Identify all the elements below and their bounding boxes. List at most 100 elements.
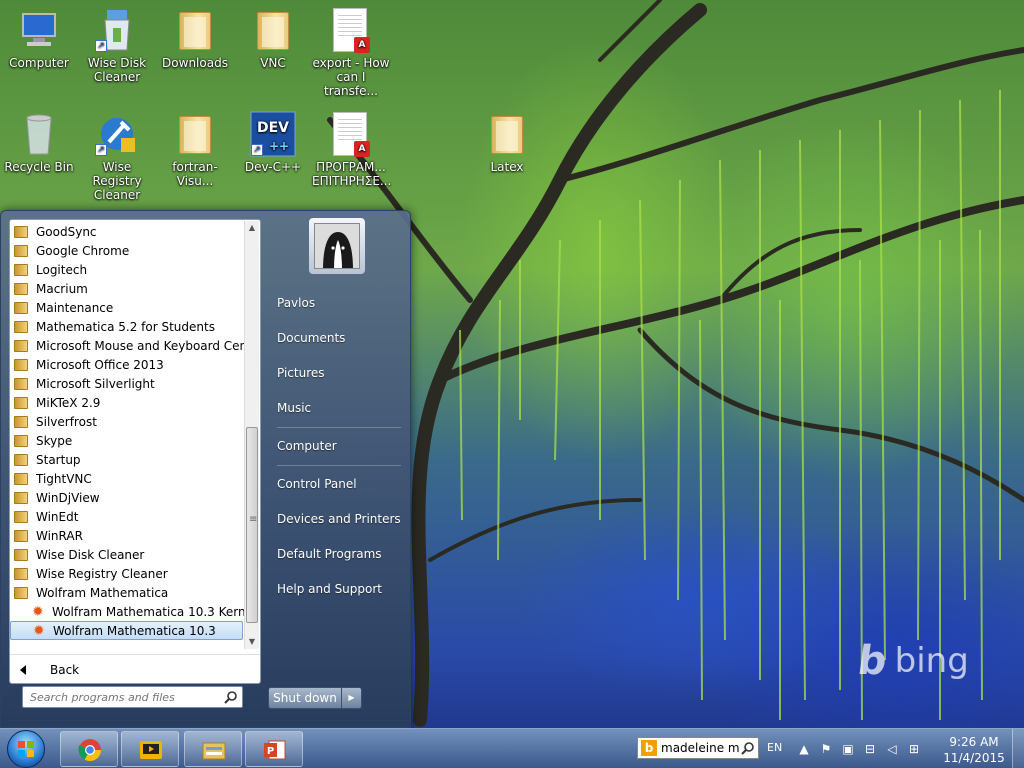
desktop-icon-wise-registry-cleaner[interactable]: ↗ Wise Registry Cleaner [78,110,156,202]
program-label: Skype [36,433,73,448]
desktop-icon-label: export - How can I transfe... [312,56,390,98]
taskbar-explorer-button[interactable] [184,731,242,767]
bing-search-input[interactable] [661,741,739,755]
desktop-icon-label: Computer [9,56,69,70]
start-item-documents[interactable]: Documents [269,324,403,352]
shutdown-button[interactable]: Shut down [268,687,342,709]
desktop-icon-programma-pdf[interactable]: A ΠΡΟΓΡΑΜ... ΕΠΙΤΗΡΗΣΕ... [312,110,392,188]
mathematica-icon: ✹ [33,622,45,639]
program-folder[interactable]: Microsoft Mouse and Keyboard Center [10,336,245,355]
desktop-icon-label: Dev-C++ [244,160,302,174]
program-folder[interactable]: Microsoft Office 2013 [10,355,245,374]
desktop-icon-dev-cpp[interactable]: DEV ++ ↗ Dev-C++ [234,110,312,174]
start-search-input[interactable] [30,690,220,704]
program-label: Wolfram Mathematica 10.3 [53,623,216,638]
program-folder[interactable]: Wise Disk Cleaner [10,545,245,564]
system-tray: ▲ ⚑ ▣ ⊟ ◁ ⊞ [796,741,922,757]
search-icon[interactable] [741,741,755,755]
program-label: WinDjView [36,490,100,505]
program-folder[interactable]: WinDjView [10,488,245,507]
folder-icon [14,301,28,314]
svg-text:DEV: DEV [257,120,289,136]
start-button[interactable] [4,730,48,768]
scroll-down-arrow-icon[interactable]: ▼ [245,635,259,649]
program-folder[interactable]: GoodSync [10,222,245,241]
program-folder[interactable]: Wolfram Mathematica [10,583,245,602]
start-item-pictures[interactable]: Pictures [269,359,403,387]
file-explorer-icon [202,742,226,760]
folder-icon [14,377,28,390]
program-folder[interactable]: Wise Registry Cleaner [10,564,245,583]
program-folder[interactable]: Maintenance [10,298,245,317]
desktop-icon-downloads[interactable]: Downloads [156,6,234,70]
desktop-icon-label: Latex [490,160,524,174]
desktop-icon-label: Wise Disk Cleaner [87,56,147,84]
start-item-music[interactable]: Music [269,394,403,422]
start-search-box[interactable] [22,686,243,708]
action-center-flag-icon[interactable]: ⚑ [818,741,834,757]
shutdown-options-arrow-icon[interactable]: ▶ [342,687,362,709]
bing-search-box[interactable]: b [637,737,759,759]
show-hidden-icons-arrow-icon[interactable]: ▲ [796,741,812,757]
start-item-computer[interactable]: Computer [269,432,403,460]
search-icon[interactable] [224,690,238,704]
folder-icon [14,225,28,238]
program-item[interactable]: ✹ Wolfram Mathematica 10.3 [10,621,243,640]
desktop-icon-computer[interactable]: Computer [0,6,78,70]
program-folder[interactable]: MiKTeX 2.9 [10,393,245,412]
scroll-up-arrow-icon[interactable]: ▲ [245,221,259,235]
device-icon[interactable]: ▣ [840,741,856,757]
program-folder[interactable]: Macrium [10,279,245,298]
folder-icon [14,415,28,428]
desktop-icon-label: fortran-Visu... [172,160,218,188]
clock-time: 9:26 AM [949,735,999,749]
user-avatar[interactable] [308,217,366,275]
powerpoint-icon: P [264,740,286,760]
chrome-icon [78,739,101,761]
desktop-icon-wise-disk-cleaner[interactable]: ↗ Wise Disk Cleaner [78,6,156,84]
desktop-icon-export-pdf[interactable]: A export - How can I transfe... [312,6,390,98]
network-icon[interactable]: ⊟ [862,741,878,757]
program-folder[interactable]: TightVNC [10,469,245,488]
start-item-devices-printers[interactable]: Devices and Printers [269,505,403,533]
program-folder[interactable]: WinEdt [10,507,245,526]
taskbar-clock[interactable]: 9:26 AM 11/4/2015 [938,734,1010,766]
desktop-icon-latex[interactable]: Latex [468,110,546,174]
program-label: WinEdt [36,509,79,524]
program-label: Microsoft Mouse and Keyboard Center [36,338,245,353]
taskbar-chrome-button[interactable] [60,731,118,767]
back-button[interactable]: Back [10,654,260,684]
program-folder[interactable]: Skype [10,431,245,450]
program-label: WinRAR [36,528,83,543]
program-folder[interactable]: Microsoft Silverlight [10,374,245,393]
show-desktop-button[interactable] [1012,729,1024,768]
desktop-icon-recycle-bin[interactable]: Recycle Bin [0,110,78,174]
program-folder[interactable]: Google Chrome [10,241,245,260]
program-item[interactable]: ✹ Wolfram Mathematica 10.3 Kernel [10,602,245,621]
folder-icon [491,116,523,154]
desktop-icon-fortran[interactable]: fortran-Visu... [156,110,234,188]
dog-picture-icon [315,224,359,268]
start-item-user[interactable]: Pavlos [269,289,403,317]
start-item-control-panel[interactable]: Control Panel [269,470,403,498]
taskbar-media-player-button[interactable] [121,731,179,767]
language-indicator[interactable]: EN [767,741,782,754]
shutdown-control: Shut down ▶ [268,687,362,709]
program-folder[interactable]: Silverfrost [10,412,245,431]
desktop-icon-vnc[interactable]: VNC [234,6,312,70]
start-item-help-support[interactable]: Help and Support [269,575,403,603]
program-list-scrollbar[interactable]: ▲ ▼ [244,221,259,649]
scroll-thumb[interactable] [246,427,258,623]
program-folder[interactable]: Logitech [10,260,245,279]
taskbar-powerpoint-button[interactable]: P [245,731,303,767]
program-folder[interactable]: Startup [10,450,245,469]
program-folder[interactable]: Mathematica 5.2 for Students [10,317,245,336]
windows-update-icon[interactable]: ⊞ [906,741,922,757]
volume-icon[interactable]: ◁ [884,741,900,757]
desktop-icon-label: Downloads [162,56,228,70]
desktop-icon-label: ΠΡΟΓΡΑΜ... ΕΠΙΤΗΡΗΣΕ... [312,160,392,188]
start-item-default-programs[interactable]: Default Programs [269,540,403,568]
folder-icon [14,529,28,542]
program-folder[interactable]: WinRAR [10,526,245,545]
desktop-icon-label: VNC [260,56,286,70]
